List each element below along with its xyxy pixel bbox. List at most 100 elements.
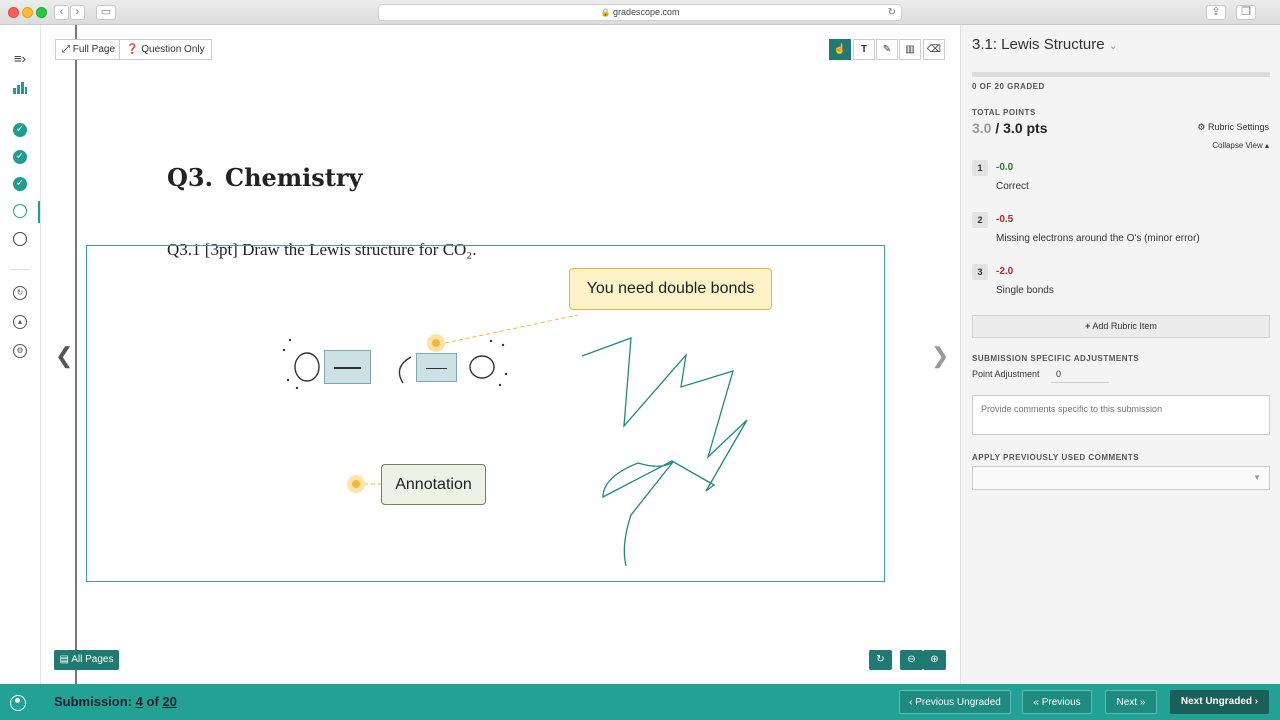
rubric-item-points: -0.0 — [996, 162, 1014, 173]
next-ungraded-button[interactable]: Next Ungraded › — [1170, 690, 1269, 714]
regrade-icon[interactable]: ↻ — [12, 285, 28, 301]
settings-icon[interactable]: ⚙ — [12, 343, 28, 359]
point-adjustment-input[interactable] — [1051, 366, 1109, 383]
adjustments-heading: SUBMISSION SPECIFIC ADJUSTMENTS — [972, 354, 1140, 363]
submission-label: Submission: — [54, 694, 133, 709]
rubric-settings-label: Rubric Settings — [1207, 122, 1269, 132]
points-earned: 3.0 — [972, 120, 992, 136]
back-button[interactable]: ‹ — [54, 5, 69, 20]
sidebar-toggle-button[interactable]: ▭ — [96, 5, 116, 20]
chevron-left-icon: ‹ — [59, 6, 64, 18]
plus-icon: + — [1085, 321, 1091, 331]
highlight-bond-right[interactable] — [416, 353, 457, 382]
rubric-item-points: -0.5 — [996, 214, 1014, 225]
next-label: Next — [1116, 697, 1138, 708]
rubric-item-description: Missing electrons around the O's (minor … — [996, 233, 1200, 244]
zoom-in-icon: ⊕ — [930, 654, 939, 665]
user-avatar-icon[interactable] — [10, 695, 26, 711]
left-nav-rail: ≡› ✓ ✓ ✓ ↻ ▴ ⚙ — [0, 25, 41, 684]
annotation-anchor-dot[interactable] — [427, 334, 445, 352]
previous-comments-heading: APPLY PREVIOUSLY USED COMMENTS — [972, 453, 1140, 462]
share-button[interactable]: ⇪ — [1206, 5, 1226, 20]
student-drawing — [282, 314, 748, 567]
minimize-window-button[interactable] — [22, 7, 33, 18]
gear-icon: ⚙ — [1197, 122, 1206, 132]
submission-counter: Submission: 4 of 20 — [54, 694, 177, 709]
rail-divider — [10, 269, 30, 270]
submission-total-link[interactable]: 20 — [162, 694, 176, 709]
rubric-item-description: Single bonds — [996, 285, 1054, 296]
lock-icon: 🔒 — [600, 8, 611, 17]
total-points-label: TOTAL POINTS — [972, 108, 1036, 117]
total-points-value: 3.0 / 3.0 pts — [972, 120, 1048, 136]
submission-nav-bar: Submission: 4 of 20 ‹ Previous Ungraded … — [0, 684, 1280, 720]
question-2-complete-icon[interactable]: ✓ — [12, 149, 28, 165]
browser-chrome: ‹ › ▭ 🔒 gradescope.com ↻ ⇪ ❐ — [0, 0, 1280, 25]
tabs-button[interactable]: ❐ — [1236, 5, 1256, 20]
question-title: 3.1: Lewis Structure — [972, 36, 1105, 53]
forward-button[interactable]: › — [70, 5, 85, 20]
graded-progress-bar — [972, 72, 1270, 77]
collapse-view-link[interactable]: Collapse View ▴ — [1212, 141, 1269, 150]
annotation-box[interactable]: Annotation — [381, 464, 486, 505]
chevron-right-icon: › — [1254, 696, 1259, 707]
previous-button[interactable]: « Previous — [1022, 690, 1092, 714]
sidebar-icon: ▭ — [100, 6, 112, 18]
question-selector[interactable]: 3.1: Lewis Structure ⌄ — [972, 36, 1118, 53]
question-ungraded-icon[interactable] — [12, 231, 28, 247]
statistics-icon[interactable]: ▴ — [12, 314, 28, 330]
annotation-callout[interactable]: You need double bonds — [569, 268, 772, 310]
caret-up-icon: ▴ — [1264, 141, 1269, 150]
submission-comment-field[interactable] — [972, 395, 1270, 435]
previous-label: Previous — [1041, 697, 1081, 708]
zoom-out-icon: ⊖ — [907, 654, 916, 665]
close-window-button[interactable] — [8, 7, 19, 18]
double-chevron-left-icon: « — [1033, 697, 1039, 708]
reload-icon[interactable]: ↻ — [888, 5, 896, 20]
add-rubric-item-label: Add Rubric Item — [1092, 321, 1157, 331]
question-3-complete-icon[interactable]: ✓ — [12, 176, 28, 192]
graded-status: 0 OF 20 GRADED — [972, 82, 1045, 91]
address-bar[interactable]: 🔒 gradescope.com ↻ — [378, 4, 902, 21]
rubric-item-number[interactable]: 1 — [972, 160, 988, 176]
rubric-item-number[interactable]: 3 — [972, 264, 988, 280]
question-1-complete-icon[interactable]: ✓ — [12, 122, 28, 138]
collapse-view-label: Collapse View — [1212, 141, 1263, 150]
rubric-item-description: Correct — [996, 181, 1029, 192]
all-pages-label: All Pages — [71, 654, 114, 665]
url-text: gradescope.com — [612, 7, 680, 17]
rubric-item-number[interactable]: 2 — [972, 212, 988, 228]
previous-ungraded-button[interactable]: ‹ Previous Ungraded — [899, 690, 1011, 714]
chevron-left-icon: ‹ — [909, 697, 913, 708]
submission-viewer: ⤢ Full Page ❓ Question Only ☝ T ✎ ▥ ⌫ Q3… — [41, 25, 960, 684]
all-pages-button[interactable]: ▤ All Pages — [54, 650, 119, 670]
zoom-window-button[interactable] — [36, 7, 47, 18]
rubric-settings-link[interactable]: ⚙ Rubric Settings — [1197, 122, 1269, 133]
point-adjustment-label: Point Adjustment — [972, 369, 1040, 379]
highlight-bond-left[interactable] — [324, 350, 371, 384]
previous-ungraded-label: Previous Ungraded — [915, 697, 1001, 708]
chevron-right-icon: › — [75, 6, 80, 18]
annotation-anchor-dot[interactable] — [347, 475, 365, 493]
next-button[interactable]: Next » — [1105, 690, 1157, 714]
current-question-indicator — [38, 201, 40, 223]
share-icon: ⇪ — [1211, 6, 1221, 18]
tabs-icon: ❐ — [1241, 6, 1251, 18]
add-rubric-item-button[interactable]: + Add Rubric Item — [972, 315, 1270, 338]
rotate-button[interactable]: ↻ — [869, 650, 892, 670]
file-icon: ▤ — [59, 654, 69, 665]
zoom-in-button[interactable]: ⊕ — [923, 650, 946, 670]
question-current-icon[interactable] — [12, 203, 28, 219]
stats-icon[interactable] — [12, 80, 28, 96]
rotate-icon: ↻ — [876, 654, 885, 665]
previous-comments-select[interactable]: ▼ — [972, 466, 1270, 490]
next-ungraded-label: Next Ungraded — [1180, 696, 1252, 707]
rubric-item-points: -2.0 — [996, 266, 1014, 277]
menu-toggle-icon[interactable]: ≡› — [12, 50, 28, 66]
double-chevron-right-icon: » — [1139, 697, 1146, 708]
zoom-out-button[interactable]: ⊖ — [900, 650, 923, 670]
submission-current-link[interactable]: 4 — [136, 694, 143, 709]
points-total: / 3.0 pts — [995, 120, 1048, 136]
caret-down-icon: ▼ — [1253, 473, 1261, 482]
chevron-down-icon: ⌄ — [1108, 40, 1118, 52]
